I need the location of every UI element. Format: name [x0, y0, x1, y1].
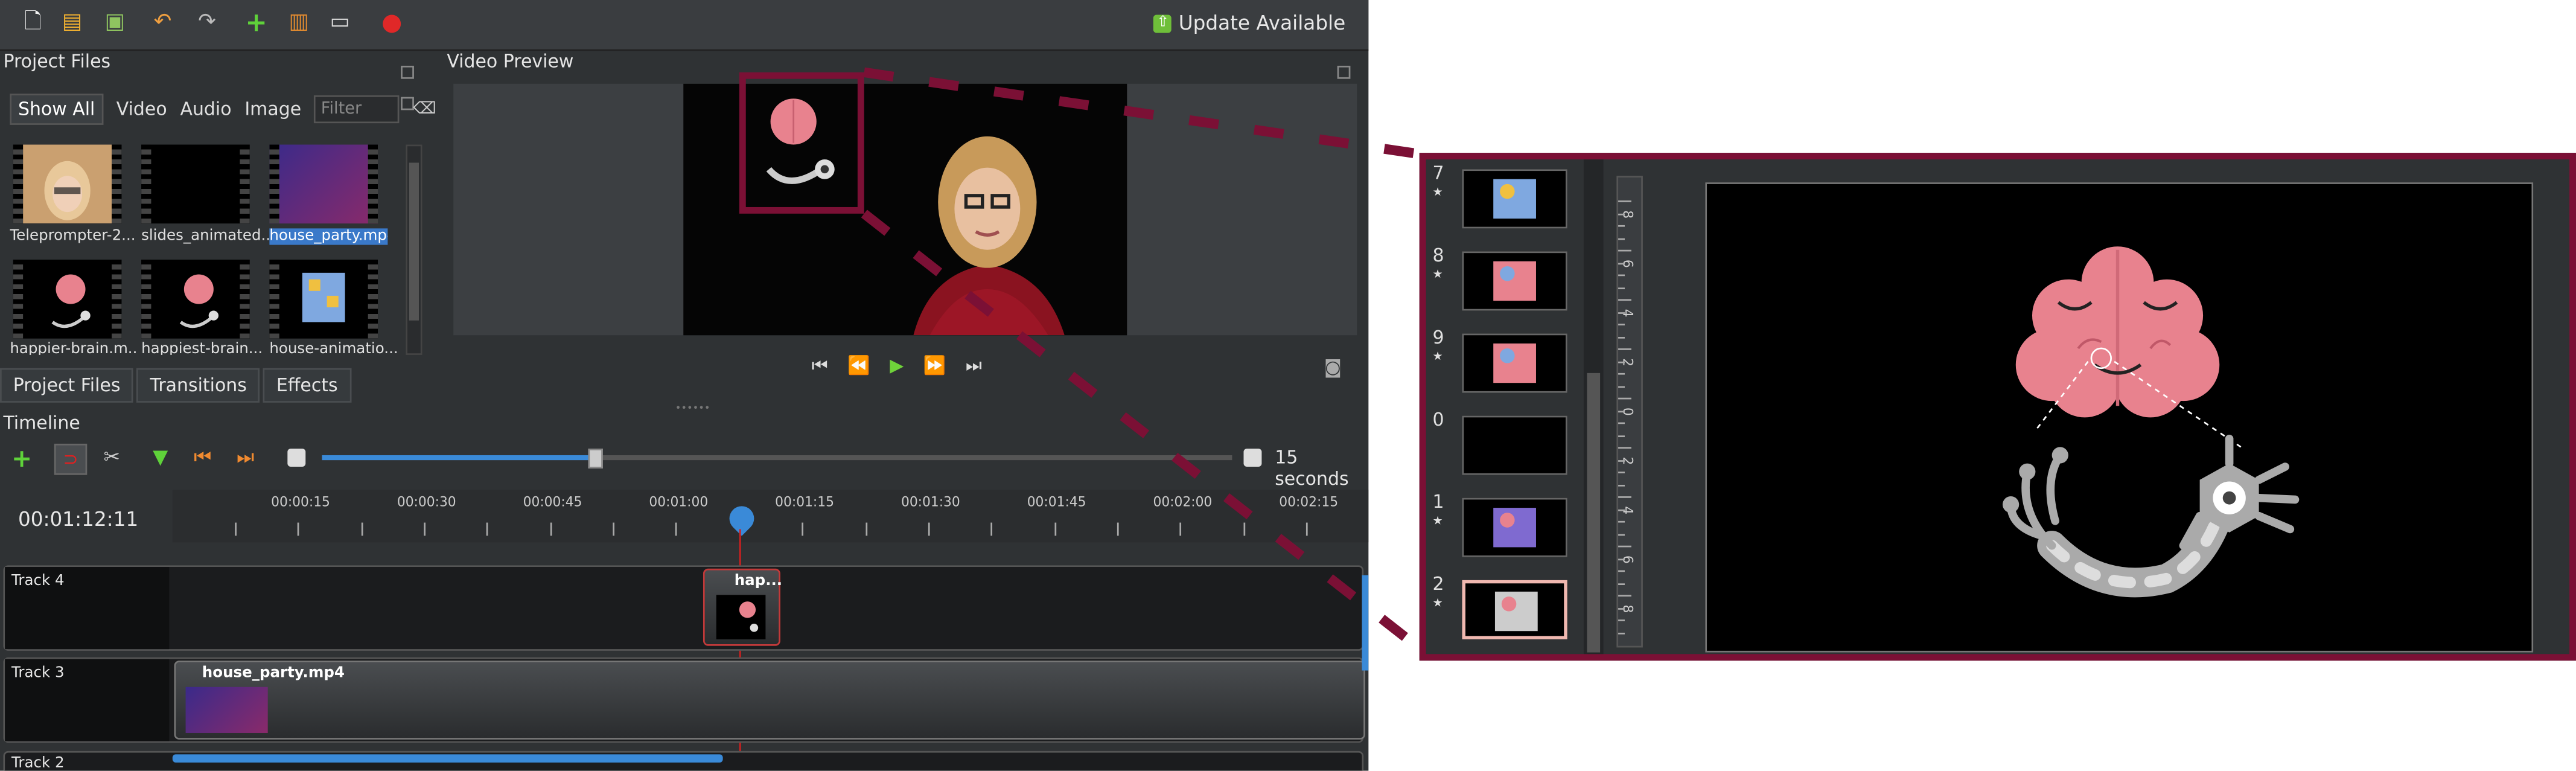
ruler-tick — [1618, 422, 1625, 424]
ruler-tick — [1618, 262, 1625, 264]
vertical-ruler: 864202468 — [1616, 176, 1643, 648]
zoomed-inset: 7 ★ 8 ★ 9 ★ 0 1 ★ 2 ★ 864202468 — [1419, 153, 2576, 661]
neuron-icon — [2002, 434, 2300, 598]
ruler-tick — [1618, 410, 1625, 412]
ruler-tick — [1618, 360, 1625, 363]
frame-star: ★ — [1432, 350, 1443, 363]
ruler-tick — [1618, 632, 1625, 634]
frame-star: ★ — [1432, 185, 1443, 199]
ruler-tick — [1618, 213, 1625, 215]
ruler-tick — [1618, 520, 1625, 523]
canvas-preview — [1705, 182, 2534, 653]
ruler-tick — [1618, 225, 1625, 227]
frame-number: 2 — [1432, 573, 1444, 595]
ruler-tick — [1618, 508, 1625, 511]
ruler-tick — [1618, 237, 1625, 240]
ruler-tick — [1618, 533, 1625, 535]
ruler-tick — [1618, 397, 1631, 400]
ruler-tick — [1618, 472, 1625, 473]
frame-thumbnail[interactable] — [1462, 169, 1567, 229]
brain-icon — [2015, 246, 2220, 418]
frame-thumbnail[interactable] — [1462, 415, 1567, 475]
ruler-tick — [1618, 582, 1625, 584]
frame-list-scrollbar[interactable] — [1583, 159, 1604, 654]
frame-star: ★ — [1432, 267, 1443, 281]
ruler-tick — [1618, 324, 1625, 325]
frame-thumbnail[interactable] — [1462, 333, 1567, 393]
ruler-tick — [1618, 274, 1625, 277]
frame-thumbnail[interactable] — [1462, 251, 1567, 311]
large-brain-illustration — [2002, 246, 2300, 598]
frame-thumbnail[interactable] — [1462, 580, 1567, 639]
ruler-tick — [1618, 249, 1631, 252]
ruler-tick — [1618, 607, 1625, 609]
ruler-tick — [1618, 595, 1631, 597]
ruler-tick — [1618, 619, 1625, 621]
ruler-tick — [1618, 336, 1625, 338]
frame-star: ★ — [1432, 597, 1443, 610]
frame-star: ★ — [1432, 514, 1443, 528]
ruler-tick — [1618, 385, 1625, 388]
ruler-tick — [1618, 373, 1625, 375]
ruler-tick — [1618, 348, 1631, 350]
frame-number: 7 — [1432, 162, 1444, 184]
frame-number: 1 — [1432, 491, 1444, 513]
ruler-tick — [1618, 545, 1631, 548]
ruler-tick — [1618, 299, 1631, 301]
ruler-tick — [1618, 286, 1625, 289]
ruler-tick — [1618, 311, 1625, 313]
frame-number: 8 — [1432, 245, 1444, 266]
ruler-tick — [1618, 484, 1625, 486]
frame-thumbnail[interactable] — [1462, 497, 1567, 557]
ruler-tick — [1618, 570, 1625, 572]
frame-number: 0 — [1432, 409, 1444, 431]
ruler-tick — [1618, 558, 1625, 560]
frame-list: 7 ★ 8 ★ 9 ★ 0 1 ★ 2 ★ — [1426, 159, 1574, 654]
ruler-tick — [1618, 434, 1625, 437]
ruler-tick — [1618, 459, 1625, 461]
ruler-tick — [1618, 496, 1631, 498]
frame-number: 9 — [1432, 327, 1444, 349]
ruler-tick — [1618, 447, 1631, 449]
ruler-tick — [1618, 200, 1631, 202]
frame-list-scroll-thumb[interactable] — [1587, 373, 1601, 653]
